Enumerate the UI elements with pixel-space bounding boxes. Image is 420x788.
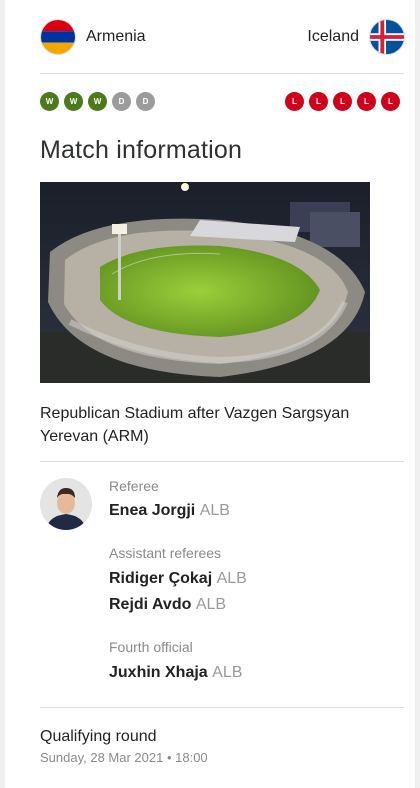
official-nationality: ALB [195, 596, 227, 613]
referee-name[interactable]: Enea Jorgji ALB [109, 502, 230, 520]
away-team[interactable]: Iceland [307, 18, 405, 56]
home-form: W W W D D [40, 92, 155, 111]
form-pill-loss: L [333, 92, 352, 111]
official-name: Ridiger Çokaj [109, 570, 213, 587]
official-name: Enea Jorgji [109, 502, 196, 519]
home-team[interactable]: Armenia [40, 18, 146, 56]
assistant-referee-name[interactable]: Ridiger Çokaj ALB [109, 570, 247, 588]
assistant-referee-name[interactable]: Rejdi Avdo ALB [109, 596, 226, 614]
referee-avatar [40, 478, 92, 530]
away-team-name: Iceland [307, 28, 359, 45]
form-pill-win: W [88, 92, 107, 111]
venue-city: Yerevan (ARM) [40, 428, 149, 445]
form-pill-win: W [40, 92, 59, 111]
official-name: Juxhin Xhaja [109, 664, 208, 681]
stadium-photo [40, 182, 370, 383]
iceland-flag-icon [369, 19, 405, 55]
form-pill-loss: L [285, 92, 304, 111]
fourth-official-label: Fourth official [109, 639, 193, 655]
assistant-referees-label: Assistant referees [109, 545, 222, 561]
section-title: Match information [40, 136, 243, 164]
away-form: L L L L L [285, 92, 400, 111]
venue-name: Republican Stadium after Vazgen Sargsyan [40, 405, 350, 422]
official-name: Rejdi Avdo [109, 596, 192, 613]
divider [40, 73, 404, 74]
official-nationality: ALB [212, 664, 243, 681]
official-nationality: ALB [216, 570, 247, 587]
match-info-card: Armenia Iceland W W W D D L L L L L Matc… [5, 0, 415, 788]
form-pill-loss: L [381, 92, 400, 111]
teams-header: Armenia Iceland [40, 18, 405, 56]
form-pill-draw: D [136, 92, 155, 111]
divider [40, 461, 404, 462]
form-pill-draw: D [112, 92, 131, 111]
match-datetime: Sunday, 28 Mar 2021 • 18:00 [40, 750, 208, 765]
divider [40, 707, 404, 708]
round-name: Qualifying round [40, 728, 157, 745]
home-team-name: Armenia [86, 28, 146, 45]
referee-label: Referee [109, 478, 159, 494]
fourth-official-name[interactable]: Juxhin Xhaja ALB [109, 664, 242, 682]
form-pill-loss: L [309, 92, 328, 111]
armenia-flag-icon [40, 19, 76, 55]
form-pill-win: W [64, 92, 83, 111]
form-pill-loss: L [357, 92, 376, 111]
official-nationality: ALB [199, 502, 230, 519]
